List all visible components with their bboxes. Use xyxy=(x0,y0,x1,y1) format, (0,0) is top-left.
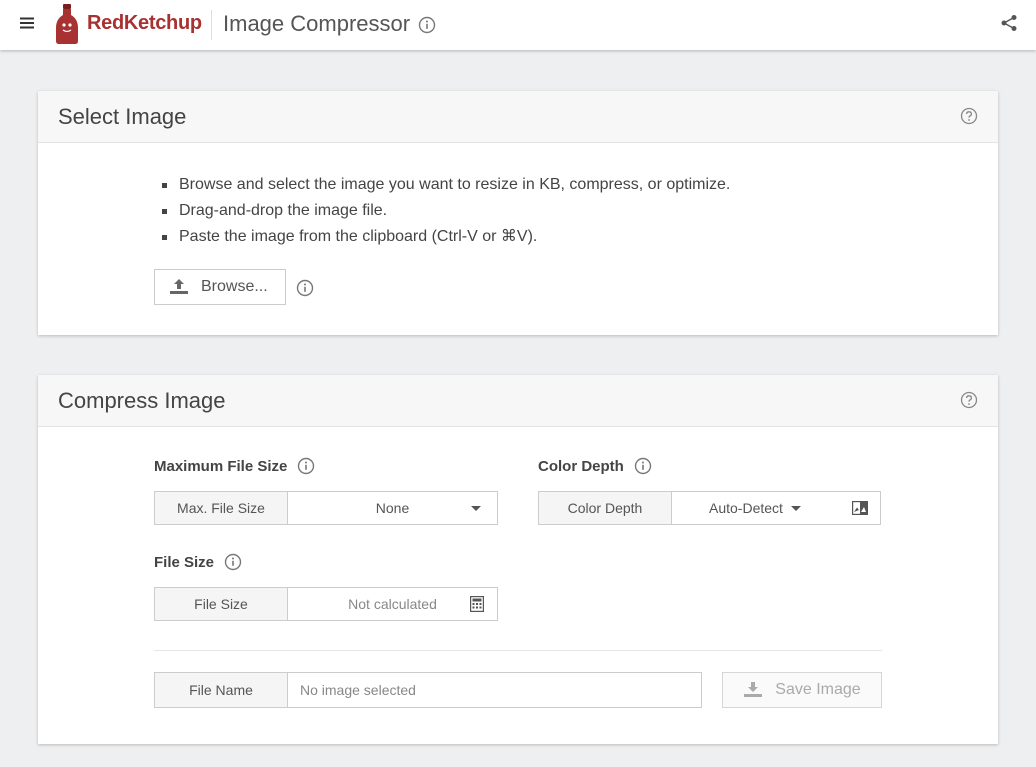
chevron-down-icon xyxy=(790,505,801,511)
top-bar: RedKetchup Image Compressor xyxy=(0,0,1036,50)
card-title: Compress Image xyxy=(58,388,226,413)
card-title: Select Image xyxy=(58,104,187,129)
file-name-placeholder: No image selected xyxy=(300,682,416,698)
download-icon xyxy=(743,681,763,699)
select-image-card: Select Image Browse and select the image… xyxy=(38,91,998,335)
instructions-list: Browse and select the image you want to … xyxy=(158,175,730,253)
header-divider xyxy=(211,10,212,40)
info-icon[interactable] xyxy=(418,16,436,34)
max-file-size-heading: Maximum File Size xyxy=(154,457,315,475)
save-image-button[interactable]: Save Image xyxy=(722,672,882,708)
list-item: Drag-and-drop the image file. xyxy=(158,201,730,227)
info-icon[interactable] xyxy=(224,553,242,571)
help-circle-icon[interactable] xyxy=(960,107,978,130)
menu-icon xyxy=(19,16,35,34)
card-header: Compress Image xyxy=(38,375,998,427)
upload-icon xyxy=(169,278,189,296)
list-item: Paste the image from the clipboard (Ctrl… xyxy=(158,227,730,253)
info-icon[interactable] xyxy=(297,457,315,475)
file-name-input[interactable]: No image selected xyxy=(288,673,701,707)
file-name-group: File Name No image selected xyxy=(154,672,702,708)
card-header: Select Image xyxy=(38,91,998,143)
color-depth-select[interactable]: Auto-Detect xyxy=(672,492,880,524)
help-circle-icon[interactable] xyxy=(960,391,978,414)
file-name-addon: File Name xyxy=(155,673,288,707)
color-depth-heading: Color Depth xyxy=(538,457,652,475)
share-button[interactable] xyxy=(996,12,1022,38)
file-size-group: File Size Not calculated xyxy=(154,587,498,621)
max-file-size-select[interactable]: None xyxy=(288,492,497,524)
file-size-label: File Size xyxy=(154,553,215,571)
browse-button[interactable]: Browse... xyxy=(154,269,286,305)
info-icon[interactable] xyxy=(634,457,652,475)
divider xyxy=(154,650,882,651)
max-file-size-label: Maximum File Size xyxy=(154,457,288,475)
ketchup-bottle-logo[interactable] xyxy=(54,4,80,44)
info-icon[interactable] xyxy=(296,279,314,297)
max-file-size-group: Max. File Size None xyxy=(154,491,498,525)
file-size-addon: File Size xyxy=(155,588,288,620)
file-size-value: Not calculated xyxy=(348,596,437,612)
compress-image-card: Compress Image Maximum File Size Max. Fi… xyxy=(38,375,998,744)
chevron-down-icon xyxy=(471,506,481,511)
brand-name[interactable]: RedKetchup xyxy=(87,12,202,35)
share-icon xyxy=(1000,14,1018,37)
page-title: Image Compressor xyxy=(223,11,411,36)
file-size-heading: File Size xyxy=(154,553,242,571)
menu-button[interactable] xyxy=(12,10,42,40)
color-depth-group: Color Depth Auto-Detect xyxy=(538,491,881,525)
save-image-label: Save Image xyxy=(775,681,861,698)
list-item: Browse and select the image you want to … xyxy=(158,175,730,201)
calculator-icon[interactable] xyxy=(469,596,485,612)
image-toggle-icon[interactable] xyxy=(852,500,868,516)
max-file-size-addon: Max. File Size xyxy=(155,492,288,524)
browse-label: Browse... xyxy=(201,278,268,295)
color-depth-label: Color Depth xyxy=(538,457,624,475)
file-size-output: Not calculated xyxy=(288,588,497,620)
color-depth-addon: Color Depth xyxy=(539,492,672,524)
color-depth-value: Auto-Detect xyxy=(709,500,783,516)
max-file-size-value: None xyxy=(375,500,410,516)
